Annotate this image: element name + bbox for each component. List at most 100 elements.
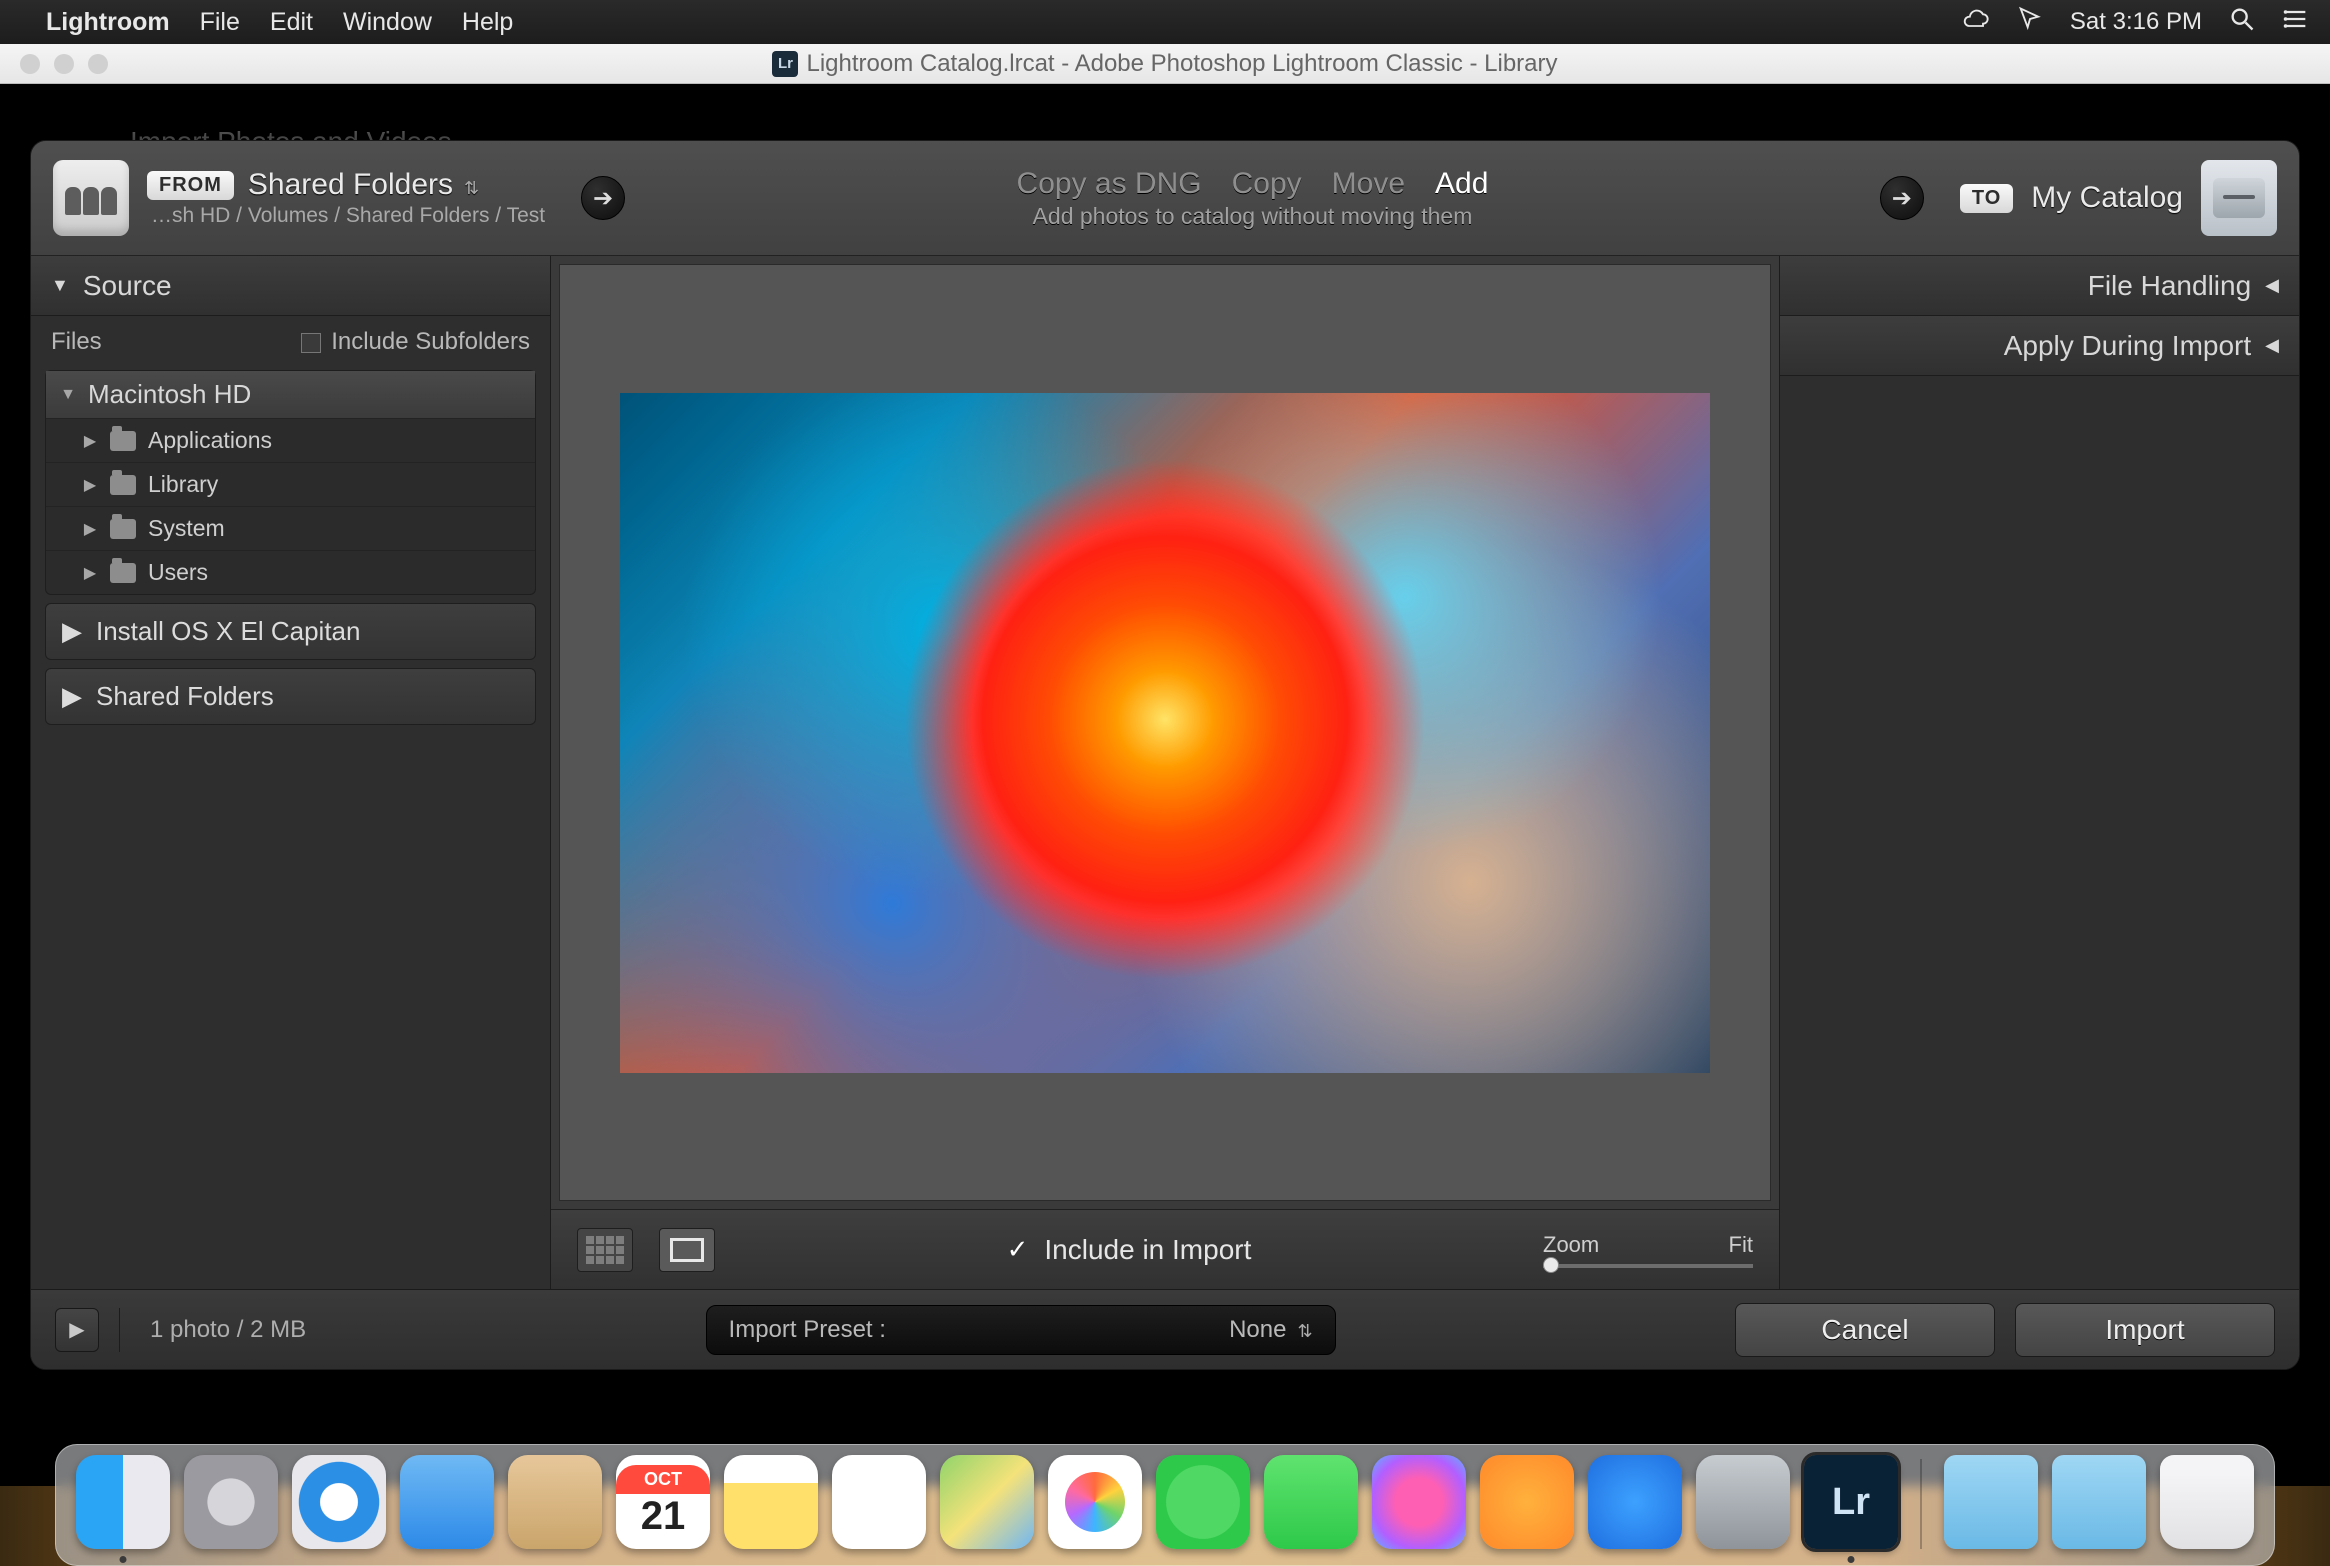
triangle-down-icon: ▼ bbox=[60, 386, 76, 404]
triangle-left-icon: ◀ bbox=[2265, 335, 2279, 356]
volume-shared-folders[interactable]: ▶Shared Folders bbox=[45, 668, 536, 725]
import-preset-label: Import Preset : bbox=[729, 1316, 886, 1344]
from-path: …sh HD / Volumes / Shared Folders / Test bbox=[151, 204, 545, 228]
tree-row-system[interactable]: ▶System bbox=[46, 507, 535, 551]
dock-itunes-icon[interactable] bbox=[1372, 1455, 1466, 1549]
import-preset-value: None bbox=[1229, 1316, 1286, 1343]
import-button[interactable]: Import bbox=[2015, 1303, 2275, 1357]
updown-icon: ⇅ bbox=[1292, 1321, 1312, 1341]
arrow-right-button-2[interactable]: ➔ bbox=[1880, 176, 1924, 220]
destination-disk-icon[interactable] bbox=[2201, 160, 2277, 236]
triangle-down-icon: ▼ bbox=[51, 275, 69, 296]
dock-folder-1-icon[interactable] bbox=[1944, 1455, 2038, 1549]
checkmark-icon[interactable]: ✓ bbox=[1007, 1234, 1029, 1265]
volume-install-osx[interactable]: ▶Install OS X El Capitan bbox=[45, 603, 536, 660]
dock-ibooks-icon[interactable] bbox=[1480, 1455, 1574, 1549]
dock-reminders-icon[interactable] bbox=[832, 1455, 926, 1549]
dock-system-preferences-icon[interactable] bbox=[1696, 1455, 1790, 1549]
tree-row-applications[interactable]: ▶Applications bbox=[46, 419, 535, 463]
dock-lightroom-icon[interactable]: Lr bbox=[1804, 1455, 1898, 1549]
source-panel: ▼Source Files Include Subfolders ▼Macint… bbox=[31, 256, 551, 1289]
menubar-app-name[interactable]: Lightroom bbox=[46, 8, 170, 37]
tree-row-users[interactable]: ▶Users bbox=[46, 551, 535, 594]
import-dialog: FROM Shared Folders ⇅ …sh HD / Volumes /… bbox=[30, 140, 2300, 1370]
files-label: Files bbox=[51, 328, 102, 356]
source-tree: ▼Macintosh HD ▶Applications ▶Library ▶Sy… bbox=[45, 370, 536, 595]
dock-safari-icon[interactable] bbox=[292, 1455, 386, 1549]
include-in-import-label[interactable]: Include in Import bbox=[1044, 1234, 1251, 1266]
triangle-right-icon: ▶ bbox=[62, 616, 82, 647]
include-subfolders-checkbox[interactable]: Include Subfolders bbox=[301, 328, 530, 356]
dock-calendar-icon[interactable]: OCT21 bbox=[616, 1455, 710, 1549]
to-badge: TO bbox=[1960, 184, 2013, 213]
dock-photos-icon[interactable] bbox=[1048, 1455, 1142, 1549]
mode-description: Add photos to catalog without moving the… bbox=[1033, 203, 1473, 230]
window-title: LrLightroom Catalog.lrcat - Adobe Photos… bbox=[0, 50, 2330, 78]
from-badge: FROM bbox=[147, 171, 234, 200]
mode-add[interactable]: Add bbox=[1435, 167, 1488, 201]
menubar-clock[interactable]: Sat 3:16 PM bbox=[2070, 8, 2202, 36]
to-destination[interactable]: My Catalog bbox=[2031, 181, 2183, 215]
zoom-slider-knob[interactable] bbox=[1543, 1257, 1559, 1273]
cursor-icon[interactable] bbox=[2016, 5, 2044, 40]
dock-container: OCT21 Lr bbox=[0, 1426, 2330, 1566]
dock-mail-icon[interactable] bbox=[400, 1455, 494, 1549]
preview-panel: ✓ Include in Import Zoom Fit bbox=[551, 256, 1779, 1289]
updown-icon: ⇅ bbox=[459, 178, 479, 198]
preview-area[interactable] bbox=[559, 264, 1771, 1201]
dock-facetime-icon[interactable] bbox=[1264, 1455, 1358, 1549]
mode-copy-dng[interactable]: Copy as DNG bbox=[1017, 167, 1202, 201]
dock-appstore-icon[interactable] bbox=[1588, 1455, 1682, 1549]
zoom-slider[interactable]: Zoom Fit bbox=[1543, 1232, 1753, 1268]
from-source-dropdown[interactable]: Shared Folders ⇅ bbox=[248, 168, 479, 202]
notification-center-icon[interactable] bbox=[2282, 5, 2310, 40]
fit-label: Fit bbox=[1729, 1232, 1753, 1258]
menubar-edit[interactable]: Edit bbox=[270, 8, 313, 37]
dock-launchpad-icon[interactable] bbox=[184, 1455, 278, 1549]
import-preset-dropdown[interactable]: Import Preset : None ⇅ bbox=[706, 1305, 1336, 1355]
folder-icon bbox=[110, 563, 136, 583]
triangle-right-icon: ▶ bbox=[62, 681, 82, 712]
tree-row-library[interactable]: ▶Library bbox=[46, 463, 535, 507]
import-status: 1 photo / 2 MB bbox=[150, 1316, 306, 1344]
image-thumbnail[interactable] bbox=[620, 393, 1710, 1073]
macos-menubar: Lightroom File Edit Window Help Sat 3:16… bbox=[0, 0, 2330, 44]
expand-collapse-button[interactable]: ▶ bbox=[55, 1308, 99, 1352]
zoom-label: Zoom bbox=[1543, 1232, 1599, 1258]
cancel-button[interactable]: Cancel bbox=[1735, 1303, 1995, 1357]
right-panel: File Handling◀ Apply During Import◀ bbox=[1779, 256, 2299, 1289]
dock-maps-icon[interactable] bbox=[940, 1455, 1034, 1549]
grid-view-button[interactable] bbox=[577, 1228, 633, 1272]
mode-copy[interactable]: Copy bbox=[1232, 167, 1302, 201]
menubar-help[interactable]: Help bbox=[462, 8, 513, 37]
dock-messages-icon[interactable] bbox=[1156, 1455, 1250, 1549]
macos-dock: OCT21 Lr bbox=[55, 1444, 2275, 1566]
dock-finder-icon[interactable] bbox=[76, 1455, 170, 1549]
triangle-right-icon: ▶ bbox=[82, 431, 98, 451]
tree-row-macintosh-hd[interactable]: ▼Macintosh HD bbox=[46, 371, 535, 419]
import-dialog-footer: ▶ 1 photo / 2 MB Import Preset : None ⇅ … bbox=[31, 1289, 2299, 1369]
dock-notes-icon[interactable] bbox=[724, 1455, 818, 1549]
separator bbox=[119, 1308, 120, 1352]
file-handling-panel-header[interactable]: File Handling◀ bbox=[1780, 256, 2299, 316]
apply-during-import-panel-header[interactable]: Apply During Import◀ bbox=[1780, 316, 2299, 376]
menubar-file[interactable]: File bbox=[200, 8, 240, 37]
triangle-right-icon: ▶ bbox=[82, 519, 98, 539]
arrow-right-button-1[interactable]: ➔ bbox=[581, 176, 625, 220]
source-panel-header[interactable]: ▼Source bbox=[31, 256, 550, 316]
folder-icon bbox=[110, 475, 136, 495]
source-device-icon[interactable] bbox=[53, 160, 129, 236]
dock-contacts-icon[interactable] bbox=[508, 1455, 602, 1549]
window-titlebar: LrLightroom Catalog.lrcat - Adobe Photos… bbox=[0, 44, 2330, 84]
menubar-window[interactable]: Window bbox=[343, 8, 432, 37]
dock-folder-2-icon[interactable] bbox=[2052, 1455, 2146, 1549]
spotlight-search-icon[interactable] bbox=[2228, 5, 2256, 40]
mode-move[interactable]: Move bbox=[1332, 167, 1405, 201]
dock-trash-icon[interactable] bbox=[2160, 1455, 2254, 1549]
lightroom-badge-icon: Lr bbox=[772, 51, 798, 77]
triangle-right-icon: ▶ bbox=[82, 563, 98, 583]
loupe-view-button[interactable] bbox=[659, 1228, 715, 1272]
creative-cloud-icon[interactable] bbox=[1962, 5, 1990, 40]
window-traffic-lights[interactable] bbox=[0, 54, 108, 74]
triangle-right-icon: ▶ bbox=[82, 475, 98, 495]
